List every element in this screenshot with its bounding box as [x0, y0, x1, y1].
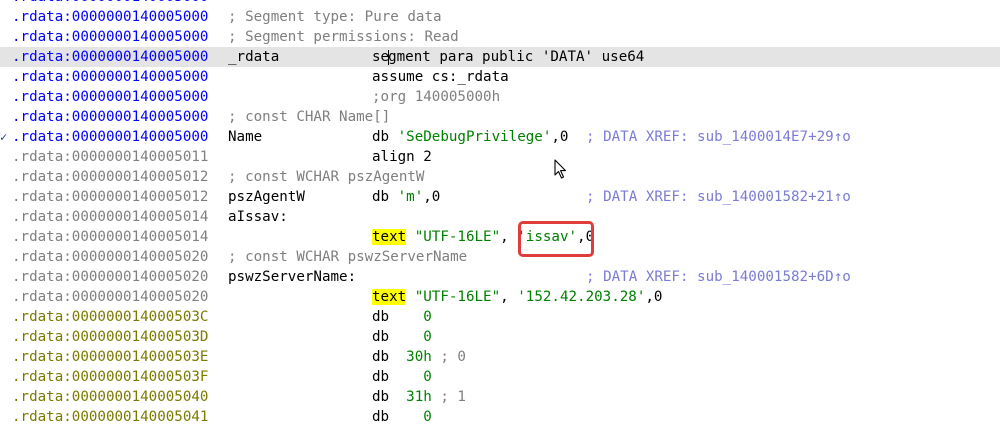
listing-line[interactable]: .rdata:0000000140005020 ; const WCHAR psw… [0, 247, 1000, 267]
line-comment: ; Segment type: Pure data [228, 9, 442, 25]
listing-line[interactable]: .rdata:0000000140005000 [0, 0, 1000, 7]
line-instruction[interactable]: db 30h ; 0 [372, 347, 466, 367]
listing-line[interactable]: .rdata:0000000140005012 pszAgentW db 'm',0… [0, 187, 1000, 207]
listing-line[interactable]: .rdata:0000000140005012 ; const WCHAR psz… [0, 167, 1000, 187]
line-label[interactable]: _rdata [228, 47, 279, 67]
line-instruction[interactable]: db 'SeDebugPrivilege',0 [372, 127, 577, 147]
listing-line[interactable]: .rdata:0000000140005041 db 0 [0, 407, 1000, 427]
line-address[interactable]: .rdata:0000000140005014 [12, 207, 208, 227]
string-literal[interactable]: 'issav' [517, 229, 577, 245]
line-address[interactable]: .rdata:0000000140005000 [12, 27, 208, 47]
line-address[interactable]: .rdata:0000000140005012 [12, 167, 208, 187]
data-xref[interactable]: ; DATA XREF: sub_1400014E7+29↑o [586, 127, 851, 147]
listing-line[interactable]: ✓ .rdata:0000000140005000 Name db 'SeDebugP… [0, 127, 1000, 147]
listing-line[interactable]: .rdata:0000000140005014 text "UTF-16LE", … [0, 227, 1000, 247]
listing-line[interactable]: .rdata:0000000140005020 pswzServerName: ; … [0, 267, 1000, 287]
listing-line[interactable]: .rdata:000000014000503F db 0 [0, 367, 1000, 387]
encoding-literal[interactable]: "UTF-16LE" [415, 229, 500, 245]
listing-line[interactable]: .rdata:0000000140005000 ;org 140005000h [0, 87, 1000, 107]
listing-line[interactable]: .rdata:0000000140005014 aIssav: [0, 207, 1000, 227]
line-comment: ; Segment permissions: Read [228, 29, 459, 45]
listing-line[interactable]: .rdata:0000000140005011 align 2 [0, 147, 1000, 167]
listing-line[interactable]: .rdata:0000000140005000 _rdata segment par… [0, 47, 1000, 67]
line-comment: ; 0 [431, 349, 466, 365]
line-instruction[interactable]: text "UTF-16LE", 'issav',0 [372, 227, 594, 247]
line-address[interactable]: .rdata:0000000140005000 [12, 0, 208, 7]
listing-line[interactable]: .rdata:0000000140005020 text "UTF-16LE", … [0, 287, 1000, 307]
numeric-operand[interactable]: 0 [423, 369, 432, 385]
line-address[interactable]: .rdata:0000000140005000 [12, 87, 208, 107]
line-label[interactable]: pszAgentW [228, 187, 305, 207]
line-instruction[interactable]: db 0 [372, 327, 432, 347]
listing-line[interactable]: .rdata:0000000140005000 ; const CHAR Name… [0, 107, 1000, 127]
line-label[interactable]: aIssav: [228, 207, 288, 227]
line-address[interactable]: .rdata:0000000140005041 [12, 407, 208, 427]
listing-line[interactable]: .rdata:0000000140005000 ; Segment permiss… [0, 27, 1000, 47]
line-address[interactable]: .rdata:0000000140005020 [12, 247, 208, 267]
line-instruction[interactable]: assume cs:_rdata [372, 67, 509, 87]
numeric-operand[interactable]: 31h [406, 389, 432, 405]
listing-line[interactable]: .rdata:0000000140005040 db 31h ; 1 [0, 387, 1000, 407]
numeric-operand[interactable]: 0 [423, 309, 432, 325]
line-instruction[interactable]: db 0 [372, 407, 432, 427]
line-instruction[interactable]: db 31h ; 1 [372, 387, 466, 407]
string-literal[interactable]: 'SeDebugPrivilege' [398, 129, 552, 145]
string-literal[interactable]: 'm' [398, 189, 424, 205]
line-comment: ; const WCHAR pswzServerName [228, 249, 468, 265]
line-address[interactable]: .rdata:0000000140005000 [12, 127, 208, 147]
line-comment: ; const CHAR Name[] [228, 109, 391, 125]
text-directive[interactable]: text [372, 229, 407, 245]
encoding-literal[interactable]: "UTF-16LE" [415, 289, 500, 305]
line-address[interactable]: .rdata:0000000140005000 [12, 107, 208, 127]
line-address[interactable]: .rdata:0000000140005040 [12, 387, 208, 407]
line-instruction-comment: ;org 140005000h [372, 89, 501, 105]
line-address[interactable]: .rdata:000000014000503F [12, 367, 208, 387]
numeric-operand[interactable]: 30h [406, 349, 432, 365]
line-instruction[interactable]: segment para public 'DATA' use64 [372, 47, 644, 67]
line-address[interactable]: .rdata:0000000140005020 [12, 267, 208, 287]
line-instruction[interactable]: db 'm',0 [372, 187, 440, 207]
line-comment: ; const WCHAR pszAgentW [228, 169, 425, 185]
line-address[interactable]: .rdata:000000014000503C [12, 307, 208, 327]
line-instruction[interactable]: db 0 [372, 367, 432, 387]
line-instruction[interactable]: db 0 [372, 307, 432, 327]
line-address[interactable]: .rdata:0000000140005000 [12, 67, 208, 87]
numeric-operand[interactable]: 0 [423, 329, 432, 345]
text-directive[interactable]: text [372, 289, 407, 305]
line-address[interactable]: .rdata:0000000140005000 [12, 47, 208, 67]
line-address[interactable]: .rdata:0000000140005011 [12, 147, 208, 167]
line-instruction[interactable]: align 2 [372, 147, 432, 167]
data-xref[interactable]: ; DATA XREF: sub_140001582+6D↑o [586, 267, 851, 287]
disassembly-listing[interactable]: .rdata:0000000140005000.rdata:0000000140… [0, 0, 1000, 427]
listing-line[interactable]: .rdata:0000000140005000 ; Segment type: P… [0, 7, 1000, 27]
listing-line[interactable]: .rdata:000000014000503C db 0 [0, 307, 1000, 327]
line-address[interactable]: .rdata:0000000140005020 [12, 287, 208, 307]
line-comment: ; 1 [431, 389, 466, 405]
line-address[interactable]: .rdata:0000000140005000 [12, 7, 208, 27]
numeric-operand[interactable]: 0 [423, 409, 432, 425]
line-instruction[interactable]: text "UTF-16LE", '152.42.203.28',0 [372, 287, 662, 307]
line-label[interactable]: pswzServerName: [228, 267, 356, 287]
line-address[interactable]: .rdata:0000000140005012 [12, 187, 208, 207]
listing-line[interactable]: .rdata:0000000140005000 assume cs:_rdata [0, 67, 1000, 87]
listing-line[interactable]: .rdata:000000014000503E db 30h ; 0 [0, 347, 1000, 367]
data-xref[interactable]: ; DATA XREF: sub_140001582+21↑o [586, 187, 851, 207]
listing-line[interactable]: .rdata:000000014000503D db 0 [0, 327, 1000, 347]
mouse-cursor-icon [554, 159, 567, 179]
line-address[interactable]: .rdata:0000000140005014 [12, 227, 208, 247]
text-cursor [388, 49, 390, 65]
line-address[interactable]: .rdata:000000014000503D [12, 327, 208, 347]
line-address[interactable]: .rdata:000000014000503E [12, 347, 208, 367]
line-label[interactable]: Name [228, 127, 262, 147]
xref-arrow-icon[interactable]: ✓ [0, 127, 12, 147]
string-literal[interactable]: '152.42.203.28' [517, 289, 645, 305]
